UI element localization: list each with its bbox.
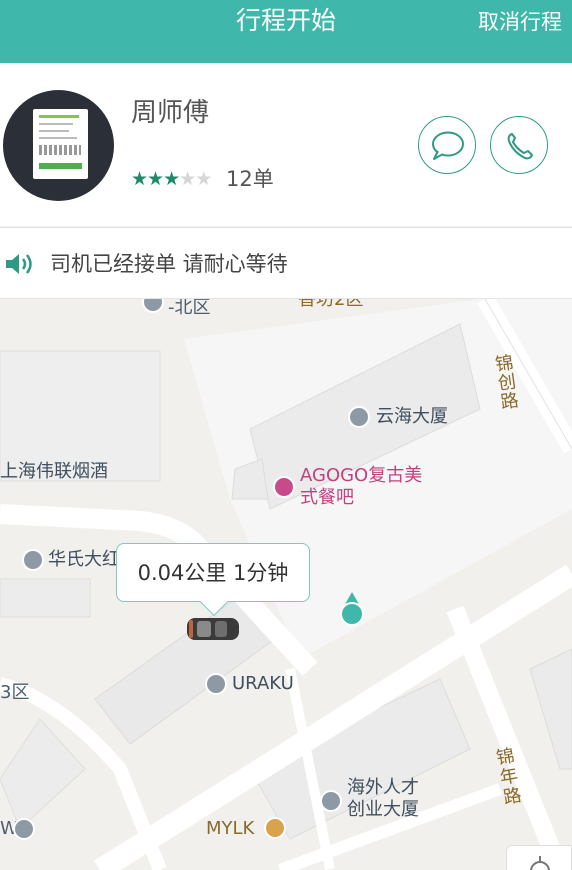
map-label: 香坊2区 <box>298 299 364 310</box>
cancel-trip-button[interactable]: 取消行程 <box>478 8 562 36</box>
driver-card: 周师傅 ★★★★★ 12单 <box>0 63 572 226</box>
eta-text: 0.04公里 1分钟 <box>137 561 289 585</box>
map-label: URAKU <box>232 673 294 694</box>
poi-icon <box>22 549 44 571</box>
notice-text: 司机已经接单 请耐心等待 <box>50 252 288 276</box>
locate-button[interactable] <box>506 845 572 870</box>
map-label: -北区 <box>168 299 211 318</box>
driver-rating: ★★★★★ <box>131 168 212 190</box>
message-driver-button[interactable] <box>418 116 476 174</box>
bar-icon <box>273 476 295 498</box>
star-empty-icon: ★ <box>179 168 196 190</box>
building-icon <box>13 818 35 840</box>
location-pin-icon <box>340 592 364 626</box>
call-driver-button[interactable] <box>490 116 548 174</box>
chat-bubble-icon <box>432 131 464 160</box>
map-label: MYLK <box>206 818 255 839</box>
star-empty-icon: ★ <box>195 168 212 190</box>
map-label: AGOGO复古美式餐吧 <box>300 465 423 508</box>
map-view[interactable]: -北区 香坊2区 锦创路 云海大厦 上海伟联烟酒 AGOGO复古美式餐吧 华氏大… <box>0 299 572 870</box>
star-icon: ★ <box>147 168 164 190</box>
car-icon <box>187 618 239 640</box>
driver-avatar[interactable] <box>3 90 114 201</box>
building-icon <box>320 790 342 812</box>
avatar-image <box>33 109 88 179</box>
speaker-icon <box>6 254 32 274</box>
building-icon <box>348 406 370 428</box>
building-icon <box>205 673 227 695</box>
restaurant-icon <box>264 817 286 839</box>
top-bar: 行程开始 取消行程 <box>0 0 572 63</box>
map-label: 华氏大红 <box>48 549 120 570</box>
star-icon: ★ <box>131 168 148 190</box>
map-label: 3区 <box>0 682 30 703</box>
order-count: 12单 <box>226 167 274 191</box>
map-label: 云海大厦 <box>376 406 448 427</box>
eta-bubble: 0.04公里 1分钟 <box>116 543 310 617</box>
map-label: 上海伟联烟酒 <box>0 461 108 482</box>
driver-name: 周师傅 <box>131 98 210 128</box>
status-notice: 司机已经接单 请耐心等待 <box>0 227 572 299</box>
star-icon: ★ <box>163 168 180 190</box>
phone-icon <box>507 133 533 160</box>
map-label: 海外人才创业大厦 <box>347 777 419 820</box>
locate-icon <box>530 856 550 870</box>
